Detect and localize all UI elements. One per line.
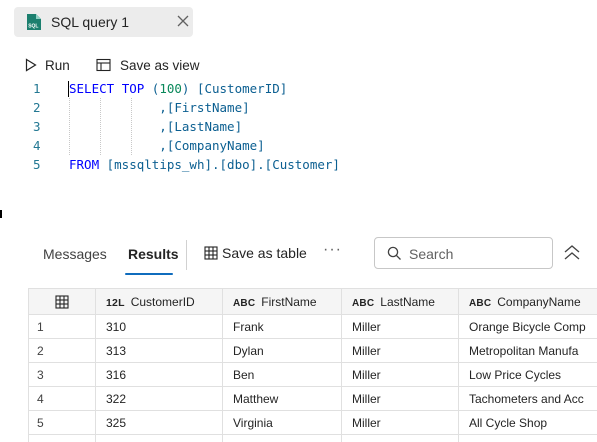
column-header-companyname[interactable]: ABC CompanyName xyxy=(458,288,597,315)
cell-firstname[interactable]: Ben xyxy=(222,362,342,387)
editor-line: 4 ,[CompanyName] xyxy=(0,138,597,157)
editor-line: 3 ,[LastName] xyxy=(0,119,597,138)
run-label: Run xyxy=(45,57,70,73)
indent-guide xyxy=(69,98,70,155)
indent-guide xyxy=(131,98,132,155)
line-number: 5 xyxy=(33,157,41,172)
cell-firstname[interactable]: Matthew xyxy=(222,386,342,411)
code-line: ,[CompanyName] xyxy=(69,138,265,153)
table-row[interactable]: 2 313 Dylan Miller Metropolitan Manufa xyxy=(28,338,597,363)
line-number: 3 xyxy=(33,119,41,134)
cell-companyname[interactable]: All Cycle Shop xyxy=(458,410,597,435)
cell-companyname[interactable]: Metropolitan Manufa xyxy=(458,338,597,363)
cell-firstname[interactable]: Frank xyxy=(222,314,342,339)
empty-cell xyxy=(222,434,342,442)
int-type-icon: 12L xyxy=(106,296,125,309)
text-type-icon: ABC xyxy=(352,297,375,309)
save-as-table-label: Save as table xyxy=(222,245,307,261)
toolbar-divider xyxy=(186,240,187,270)
results-header: Messages Results Save as table ··· xyxy=(0,228,597,280)
editor-line: 5 FROM [mssqltips_wh].[dbo].[Customer] xyxy=(0,157,597,176)
cell-firstname[interactable]: Dylan xyxy=(222,338,342,363)
cell-customerid[interactable]: 316 xyxy=(95,362,223,387)
tab-results[interactable]: Results xyxy=(128,246,179,262)
save-as-view-label: Save as view xyxy=(120,57,200,73)
code-line: ,[FirstName] xyxy=(69,100,250,115)
table-row[interactable]: 3 316 Ben Miller Low Price Cycles xyxy=(28,362,597,387)
text-type-icon: ABC xyxy=(233,297,256,309)
tab-messages[interactable]: Messages xyxy=(43,246,107,262)
empty-cell xyxy=(95,434,223,442)
cell-companyname[interactable]: Orange Bicycle Comp xyxy=(458,314,597,339)
grid-icon xyxy=(55,295,69,309)
column-header-customerid[interactable]: 12L CustomerID xyxy=(95,288,223,315)
save-as-view-button[interactable]: Save as view xyxy=(96,54,200,76)
indent-guide xyxy=(100,98,101,155)
editor-line: 2 ,[FirstName] xyxy=(0,100,597,119)
collapse-panel-icon[interactable] xyxy=(563,243,581,263)
search-box[interactable] xyxy=(374,237,553,269)
empty-cell xyxy=(28,434,96,442)
more-options-button[interactable]: ··· xyxy=(323,241,342,259)
row-index: 1 xyxy=(28,314,96,339)
play-icon xyxy=(25,58,37,72)
cell-companyname[interactable]: Tachometers and Acc xyxy=(458,386,597,411)
column-name: FirstName xyxy=(261,294,317,309)
line-number: 2 xyxy=(33,100,41,115)
code-line: FROM [mssqltips_wh].[dbo].[Customer] xyxy=(69,157,340,172)
query-toolbar: Run Save as view xyxy=(0,50,597,78)
row-index: 3 xyxy=(28,362,96,387)
column-header-lastname[interactable]: ABC LastName xyxy=(341,288,459,315)
column-header-firstname[interactable]: ABC FirstName xyxy=(222,288,342,315)
tab-sql-query-1[interactable]: SQL SQL query 1 xyxy=(14,7,193,37)
cell-lastname[interactable]: Miller xyxy=(341,338,459,363)
select-all-cell[interactable] xyxy=(28,288,96,315)
column-name: CustomerID xyxy=(130,294,195,309)
close-icon[interactable] xyxy=(176,14,190,28)
active-tab-indicator xyxy=(125,273,173,275)
search-input[interactable] xyxy=(409,244,539,264)
cell-firstname[interactable]: Virginia xyxy=(222,410,342,435)
column-name: CompanyName xyxy=(497,294,581,309)
line-number: 1 xyxy=(33,81,41,96)
column-name: LastName xyxy=(380,294,435,309)
table-row[interactable]: 4 322 Matthew Miller Tachometers and Acc xyxy=(28,386,597,411)
header-row: 12L CustomerID ABC FirstName ABC LastName A… xyxy=(28,288,597,315)
line-number: 4 xyxy=(33,138,41,153)
cell-lastname[interactable]: Miller xyxy=(341,362,459,387)
text-cursor xyxy=(68,81,69,97)
text-type-icon: ABC xyxy=(469,297,492,309)
cell-companyname[interactable]: Low Price Cycles xyxy=(458,362,597,387)
sql-icon-label: SQL xyxy=(28,24,38,30)
code-line: ,[LastName] xyxy=(69,119,243,134)
empty-cell xyxy=(341,434,459,442)
empty-cell xyxy=(458,434,597,442)
sql-file-icon: SQL xyxy=(27,14,41,30)
cell-customerid[interactable]: 310 xyxy=(95,314,223,339)
cell-customerid[interactable]: 322 xyxy=(95,386,223,411)
save-as-table-button[interactable]: Save as table xyxy=(204,245,307,261)
tab-title: SQL query 1 xyxy=(51,14,130,30)
results-grid: 12L CustomerID ABC FirstName ABC LastName A… xyxy=(28,288,597,442)
cell-lastname[interactable]: Miller xyxy=(341,410,459,435)
table-row[interactable]: 1 310 Frank Miller Orange Bicycle Comp xyxy=(28,314,597,339)
panel-edge-marker xyxy=(0,210,2,218)
table-icon xyxy=(204,246,218,260)
row-index: 4 xyxy=(28,386,96,411)
row-index: 2 xyxy=(28,338,96,363)
code-line: SELECT TOP (100) [CustomerID] xyxy=(69,81,288,96)
sql-editor[interactable]: 1 SELECT TOP (100) [CustomerID] 2 ,[Firs… xyxy=(0,79,597,219)
cell-customerid[interactable]: 325 xyxy=(95,410,223,435)
row-index: 5 xyxy=(28,410,96,435)
cell-customerid[interactable]: 313 xyxy=(95,338,223,363)
search-icon xyxy=(387,246,401,260)
view-icon xyxy=(96,58,111,72)
tab-bar: SQL SQL query 1 xyxy=(0,0,597,44)
cell-lastname[interactable]: Miller xyxy=(341,314,459,339)
table-row[interactable]: 5 325 Virginia Miller All Cycle Shop xyxy=(28,410,597,435)
run-button[interactable]: Run xyxy=(25,54,70,76)
table-row-partial xyxy=(28,434,597,442)
cell-lastname[interactable]: Miller xyxy=(341,386,459,411)
editor-line: 1 SELECT TOP (100) [CustomerID] xyxy=(0,81,597,100)
